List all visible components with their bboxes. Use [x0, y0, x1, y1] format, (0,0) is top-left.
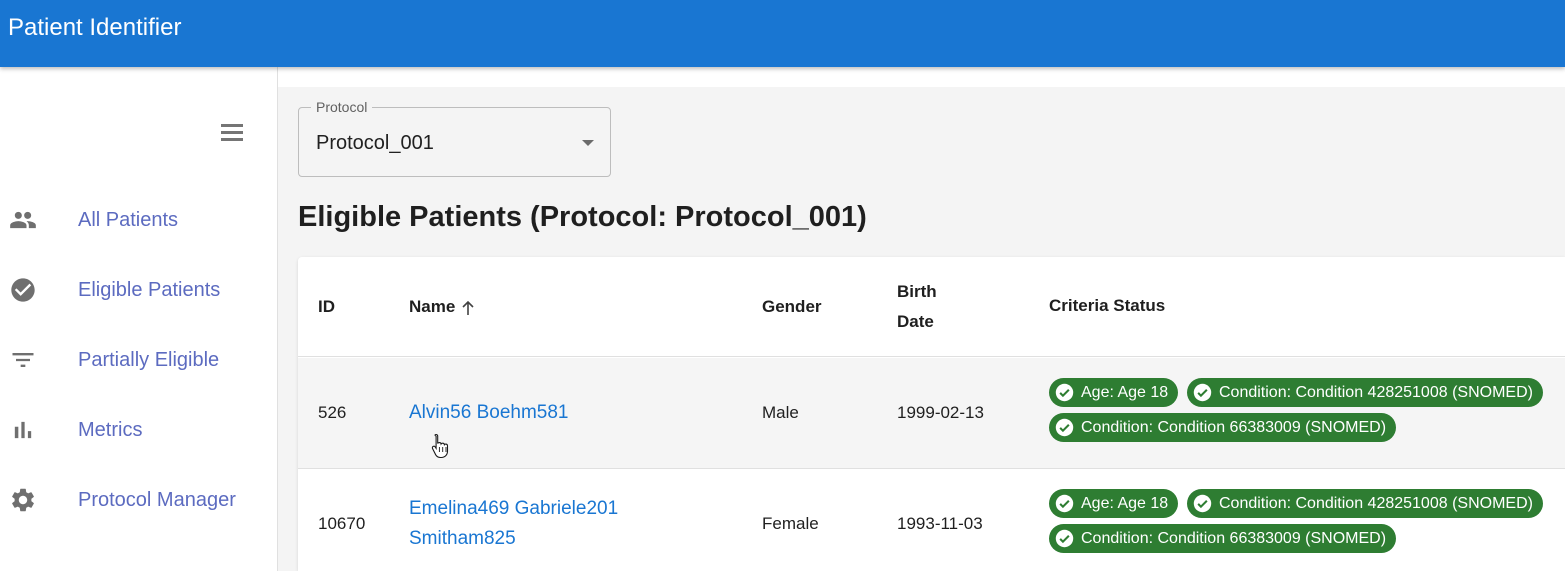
- criteria-chip-label: Condition: Condition 66383009 (SNOMED): [1081, 530, 1387, 547]
- cell-id: 526: [318, 403, 347, 422]
- criteria-chip-label: Condition: Condition 428251008 (SNOMED): [1219, 384, 1533, 401]
- sort-ascending-icon[interactable]: [461, 300, 475, 316]
- cell-birth-date: 1993-11-03: [897, 514, 983, 533]
- sidebar-item-label: All Patients: [78, 209, 179, 231]
- column-header-gender[interactable]: Gender: [762, 292, 822, 322]
- cell-gender: Male: [762, 403, 799, 422]
- patient-name-link[interactable]: Emelina469 Gabriele201 Smitham825: [409, 494, 618, 554]
- people-icon: [10, 211, 36, 229]
- criteria-chip: Condition: Condition 428251008 (SNOMED): [1187, 378, 1543, 407]
- column-header-birth-date-line2: Date: [897, 312, 934, 331]
- sidebar-item-label: Metrics: [78, 419, 143, 441]
- cell-id: 10670: [318, 514, 366, 533]
- criteria-chip: Age: Age 18: [1049, 378, 1179, 407]
- main-content: Protocol Protocol_001 Eligible Patients …: [278, 87, 1565, 571]
- cell-birth-date: 1999-02-13: [897, 403, 984, 422]
- table-row[interactable]: 10670 Emelina469 Gabriele201 Smitham825 …: [298, 469, 1565, 571]
- sidebar-item-label: Protocol Manager: [78, 489, 236, 511]
- criteria-chip: Age: Age 18: [1049, 489, 1179, 518]
- app-title: Patient Identifier: [8, 14, 182, 41]
- check-circle-icon: [11, 278, 35, 302]
- menu-icon[interactable]: [219, 122, 245, 142]
- check-circle-icon: [1193, 494, 1212, 513]
- sidebar-item-all-patients[interactable]: All Patients: [0, 195, 277, 245]
- criteria-chip: Condition: Condition 66383009 (SNOMED): [1049, 524, 1397, 553]
- protocol-select-value: Protocol_001: [316, 132, 434, 154]
- bar-chart-icon: [14, 421, 32, 439]
- column-header-criteria-status[interactable]: Criteria Status: [1049, 291, 1165, 321]
- criteria-chip: Condition: Condition 66383009 (SNOMED): [1049, 413, 1397, 442]
- check-circle-icon: [1193, 383, 1212, 402]
- column-header-birth-date[interactable]: Birth Date: [897, 277, 937, 337]
- page-title: Eligible Patients (Protocol: Protocol_00…: [298, 201, 867, 233]
- criteria-chip-label: Condition: Condition 66383009 (SNOMED): [1081, 419, 1387, 436]
- patients-table: ID Name Gender Birth Date Criteria Statu…: [298, 257, 1565, 571]
- column-header-id[interactable]: ID: [318, 292, 335, 322]
- column-header-birth-date-line1: Birth: [897, 282, 937, 301]
- criteria-chip-label: Age: Age 18: [1081, 384, 1169, 401]
- sidebar-item-metrics[interactable]: Metrics: [0, 405, 277, 455]
- filter-list-icon: [12, 353, 34, 367]
- patient-name-link[interactable]: Alvin56 Boehm581: [409, 398, 569, 428]
- criteria-chip: Condition: Condition 428251008 (SNOMED): [1187, 489, 1543, 518]
- cell-gender: Female: [762, 514, 819, 533]
- sidebar: All Patients Eligible Patients Partially…: [0, 67, 278, 571]
- table-header: ID Name Gender Birth Date Criteria Statu…: [298, 257, 1565, 357]
- column-header-name[interactable]: Name: [409, 292, 475, 322]
- sidebar-item-eligible-patients[interactable]: Eligible Patients: [0, 265, 277, 315]
- check-circle-icon: [1055, 418, 1074, 437]
- check-circle-icon: [1055, 494, 1074, 513]
- patient-name-line1: Emelina469 Gabriele201: [409, 498, 619, 519]
- sidebar-item-label: Eligible Patients: [78, 279, 221, 301]
- criteria-chip-label: Age: Age 18: [1081, 495, 1169, 512]
- sidebar-item-label: Partially Eligible: [78, 349, 220, 371]
- check-circle-icon: [1055, 383, 1074, 402]
- patient-name-line2: Smitham825: [409, 528, 516, 549]
- gear-icon: [12, 488, 34, 512]
- protocol-select-label: Protocol: [311, 98, 373, 116]
- sidebar-item-protocol-manager[interactable]: Protocol Manager: [0, 475, 277, 525]
- dropdown-arrow-icon[interactable]: [582, 140, 594, 146]
- hand-pointer-cursor-icon: [431, 433, 449, 459]
- table-row[interactable]: 526 Alvin56 Boehm581 Male 1999-02-13 Age…: [298, 358, 1565, 469]
- protocol-select[interactable]: Protocol Protocol_001: [298, 98, 611, 177]
- app-bar: Patient Identifier: [0, 0, 1565, 67]
- sidebar-item-partially-eligible[interactable]: Partially Eligible: [0, 335, 277, 385]
- check-circle-icon: [1055, 529, 1074, 548]
- criteria-chip-label: Condition: Condition 428251008 (SNOMED): [1219, 495, 1533, 512]
- column-header-name-label: Name: [409, 297, 456, 316]
